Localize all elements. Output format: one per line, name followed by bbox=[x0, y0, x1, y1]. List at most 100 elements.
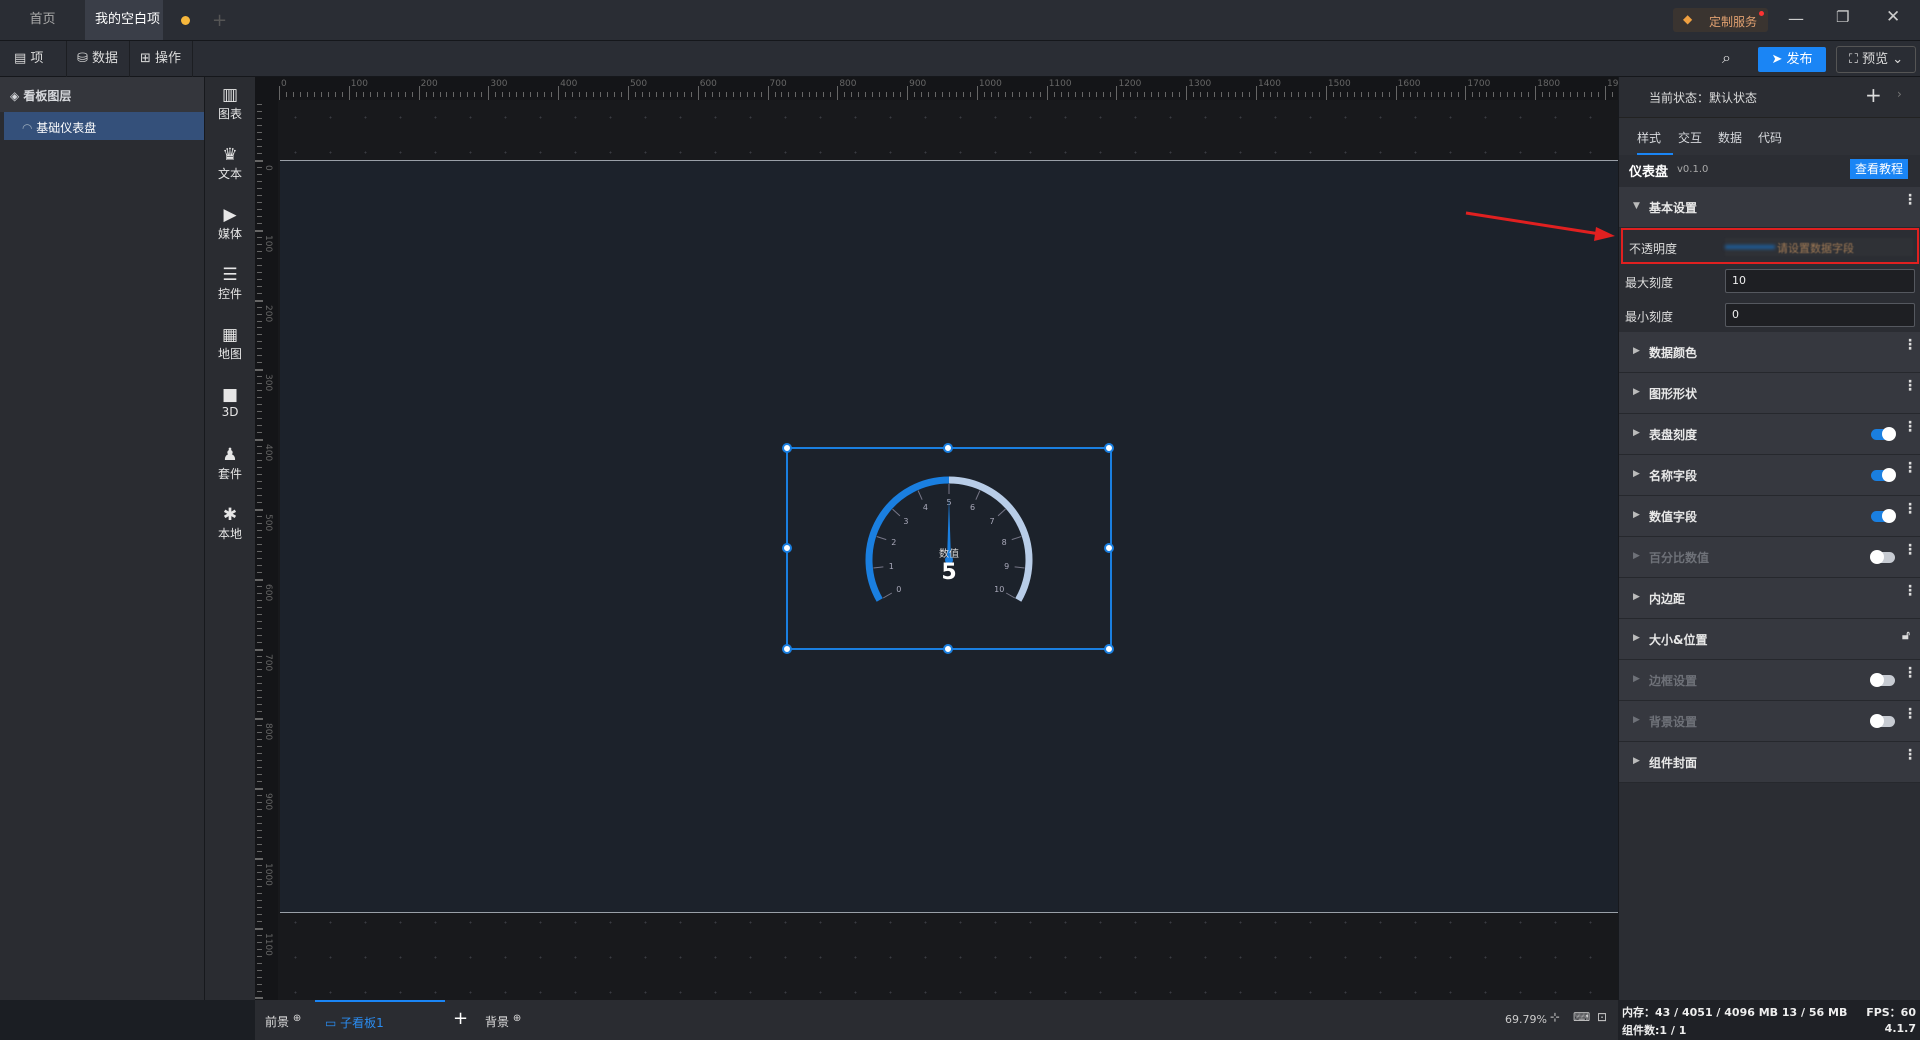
more-icon[interactable]: ⋮ bbox=[1903, 584, 1917, 598]
background-tab[interactable]: 背景 ⊕ bbox=[485, 1013, 521, 1030]
file-icon: ▤ bbox=[14, 51, 31, 66]
toggle-on[interactable] bbox=[1871, 509, 1896, 523]
more-icon[interactable]: ⋮ bbox=[1903, 707, 1917, 721]
component-category-6[interactable]: ♟ 套件 bbox=[205, 445, 255, 482]
foreground-tab[interactable]: 前景 ⊕ bbox=[265, 1013, 301, 1030]
section-0[interactable]: ▶ 数据颜色 ⋮ bbox=[1619, 332, 1920, 373]
toggle-off[interactable] bbox=[1870, 714, 1895, 728]
chevron-right-icon[interactable]: › bbox=[1897, 87, 1902, 101]
keyboard-icon[interactable]: ⌨ bbox=[1573, 1010, 1590, 1024]
section-10[interactable]: ▶ 组件封面 ⋮ bbox=[1619, 742, 1920, 783]
layer-item[interactable]: ◠ 基础仪表盘 bbox=[4, 112, 204, 140]
preview-button[interactable]: ⛶ 预览 ⌄ bbox=[1836, 46, 1916, 73]
more-icon[interactable]: ⋮ bbox=[1903, 543, 1917, 557]
tab-data[interactable]: 数据 bbox=[1718, 129, 1742, 146]
gauge-widget[interactable]: 012345678910 数值 5 bbox=[782, 443, 1114, 654]
component-category-0[interactable]: ▥ 图表 bbox=[205, 85, 255, 122]
send-icon: ➤ bbox=[1771, 52, 1787, 67]
gauge-name: 数值 bbox=[939, 549, 959, 560]
section-7[interactable]: ▶ 大小&位置 🔓︎ bbox=[1619, 619, 1920, 660]
ruler-label: 1400 bbox=[1258, 79, 1281, 89]
resize-handle[interactable] bbox=[782, 443, 792, 453]
terminal-icon[interactable]: ⊡ bbox=[1597, 1010, 1607, 1024]
sub-board-tab[interactable]: ▭ 子看板1 bbox=[315, 1000, 445, 1040]
tab-home[interactable]: 首页 bbox=[0, 0, 85, 40]
resize-handle[interactable] bbox=[943, 443, 953, 453]
ruler-label: 900 bbox=[263, 793, 273, 811]
section-basic[interactable]: ▼ 基本设置 ⋮ bbox=[1619, 187, 1920, 228]
more-icon[interactable]: ⋮ bbox=[1903, 666, 1917, 680]
component-category-3[interactable]: ☰ 控件 bbox=[205, 265, 255, 302]
search-icon[interactable]: ⌕ bbox=[1722, 48, 1731, 68]
more-icon[interactable]: ⋮ bbox=[1903, 420, 1917, 434]
tab-style[interactable]: 样式 bbox=[1637, 129, 1673, 155]
layers-panel: ◈ 看板图层 ◠ 基础仪表盘 bbox=[0, 77, 205, 1000]
new-tab-button[interactable]: + bbox=[212, 10, 227, 31]
ruler-label: 800 bbox=[263, 723, 273, 741]
current-state: 当前状态：默认状态 bbox=[1649, 91, 1758, 105]
more-icon[interactable]: ⋮ bbox=[1903, 748, 1917, 762]
component-category-1[interactable]: ♛ 文本 bbox=[205, 145, 255, 182]
more-icon[interactable]: ⋮ bbox=[1903, 461, 1917, 475]
tutorial-button[interactable]: 查看教程 bbox=[1850, 159, 1908, 179]
resize-handle[interactable] bbox=[1104, 543, 1114, 553]
tab-project[interactable]: 我的空白项目 bbox=[85, 0, 163, 67]
status-bar: 内存：43 / 4051 / 4096 MB 13 / 56 MB FPS：60… bbox=[1618, 1000, 1920, 1040]
close-button[interactable]: ✕ bbox=[1886, 7, 1900, 27]
zoom-level[interactable]: 69.79% bbox=[1505, 1013, 1547, 1026]
project-menu[interactable]: ▤ 项目 ⌄ bbox=[4, 41, 67, 102]
data-menu[interactable]: ⛁ 数据 ⌄ bbox=[67, 41, 130, 102]
section-4[interactable]: ▶ 数值字段 ⋮ bbox=[1619, 496, 1920, 537]
more-icon[interactable]: ⋮ bbox=[1903, 379, 1917, 393]
ruler-label: 1000 bbox=[263, 862, 273, 886]
max-scale-input[interactable]: 10 bbox=[1725, 269, 1915, 293]
ruler-label: 500 bbox=[629, 79, 648, 89]
custom-service-button[interactable]: ◆ 定制服务 bbox=[1673, 8, 1768, 32]
section-9[interactable]: ▶ 背景设置 ⋮ bbox=[1619, 701, 1920, 742]
gauge-value: 5 bbox=[941, 560, 957, 585]
tab-code[interactable]: 代码 bbox=[1758, 129, 1782, 146]
toggle-on[interactable] bbox=[1871, 427, 1896, 441]
publish-button[interactable]: ➤ 发布 bbox=[1758, 47, 1826, 72]
opacity-field[interactable]: 请设置数据字段 bbox=[1725, 238, 1913, 256]
custom-service-label: 定制服务 bbox=[1709, 15, 1758, 29]
category-icon: ♟ bbox=[222, 445, 238, 465]
lock-icon[interactable]: 🔓︎ bbox=[1899, 629, 1913, 641]
toggle-on[interactable] bbox=[1871, 468, 1896, 482]
toggle-off[interactable] bbox=[1870, 673, 1895, 687]
section-1[interactable]: ▶ 图形形状 ⋮ bbox=[1619, 373, 1920, 414]
resize-handle[interactable] bbox=[782, 543, 792, 553]
section-3[interactable]: ▶ 名称字段 ⋮ bbox=[1619, 455, 1920, 496]
component-category-7[interactable]: ✱ 本地 bbox=[205, 505, 255, 542]
more-icon[interactable]: ⋮ bbox=[1903, 338, 1917, 352]
section-8[interactable]: ▶ 边框设置 ⋮ bbox=[1619, 660, 1920, 701]
section-6[interactable]: ▶ 内边距 ⋮ bbox=[1619, 578, 1920, 619]
resize-handle[interactable] bbox=[1104, 443, 1114, 453]
resize-handle[interactable] bbox=[782, 644, 792, 654]
section-2[interactable]: ▶ 表盘刻度 ⋮ bbox=[1619, 414, 1920, 455]
toggle-off[interactable] bbox=[1870, 550, 1895, 564]
ruler-label: 0 bbox=[281, 79, 287, 89]
panel-tabs: 样式 交互 数据 代码 bbox=[1619, 117, 1920, 155]
gauge-tick-label: 0 bbox=[896, 585, 901, 594]
ruler-label: 1600 bbox=[1397, 79, 1421, 89]
operate-menu[interactable]: ⊞ 操作 ⌄ bbox=[130, 41, 193, 102]
tab-interaction[interactable]: 交互 bbox=[1678, 129, 1702, 146]
more-icon[interactable]: ⋮ bbox=[1903, 502, 1917, 516]
ruler-label: 1500 bbox=[1327, 79, 1351, 89]
component-category-2[interactable]: ▶ 媒体 bbox=[205, 205, 255, 242]
minimize-button[interactable]: — bbox=[1788, 9, 1804, 28]
restore-button[interactable]: ❐ bbox=[1836, 8, 1849, 26]
add-state-button[interactable]: + bbox=[1865, 83, 1882, 107]
layers-icon: ◈ bbox=[10, 89, 24, 103]
ruler-label: 600 bbox=[263, 583, 273, 601]
min-scale-input[interactable]: 0 bbox=[1725, 303, 1915, 327]
component-category-4[interactable]: ▦ 地图 bbox=[205, 325, 255, 362]
add-board-button[interactable]: + bbox=[453, 1008, 468, 1029]
resize-handle[interactable] bbox=[943, 644, 953, 654]
ruler-label: 800 bbox=[839, 79, 857, 89]
fit-icon[interactable]: ⊹ bbox=[1550, 1010, 1560, 1024]
section-5[interactable]: ▶ 百分比数值 ⋮ bbox=[1619, 537, 1920, 578]
component-category-5[interactable]: ■ 3D bbox=[205, 385, 255, 419]
resize-handle[interactable] bbox=[1104, 644, 1114, 654]
